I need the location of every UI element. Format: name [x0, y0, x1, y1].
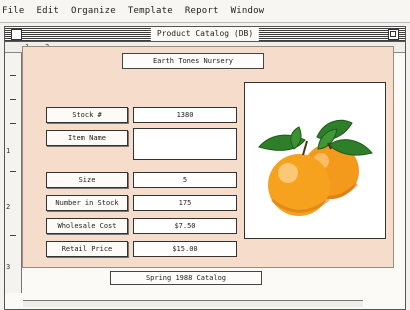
- close-box-icon[interactable]: [11, 29, 22, 40]
- catalog-footer-label: Spring 1988 Catalog: [110, 271, 262, 285]
- menu-report[interactable]: Report: [179, 6, 225, 16]
- stock-number-field[interactable]: 1380: [133, 107, 237, 123]
- field-label-size: Size: [46, 172, 128, 188]
- ruler-tick: [10, 171, 16, 172]
- horizontal-scrollbar[interactable]: [23, 300, 363, 307]
- field-label-wholesale-cost: Wholesale Cost: [46, 218, 128, 234]
- left-ruler-mark-1: 1: [6, 147, 11, 155]
- ruler-tick: [10, 99, 16, 100]
- ruler-tick: [10, 235, 16, 236]
- nursery-banner: Earth Tones Nursery: [122, 53, 264, 69]
- zoom-box-icon[interactable]: [388, 29, 399, 40]
- retail-price-field[interactable]: $15.00: [133, 241, 237, 257]
- window-title: Product Catalog (DB): [150, 27, 260, 41]
- field-label-retail-price: Retail Price: [46, 241, 128, 257]
- menu-bar: File Edit Organize Template Report Windo…: [0, 0, 410, 23]
- size-field[interactable]: 5: [133, 172, 237, 188]
- front-orange: [268, 154, 330, 216]
- item-name-field[interactable]: [133, 128, 237, 160]
- menu-file[interactable]: File: [0, 6, 30, 16]
- oranges-icon: [258, 119, 373, 216]
- number-in-stock-field[interactable]: 175: [133, 195, 237, 211]
- window-titlebar[interactable]: Product Catalog (DB): [5, 27, 405, 42]
- ruler-tick: [10, 75, 16, 76]
- menu-template[interactable]: Template: [122, 6, 179, 16]
- ruler-tick: [10, 123, 16, 124]
- wholesale-cost-field[interactable]: $7.50: [133, 218, 237, 234]
- product-image: [244, 82, 386, 239]
- left-ruler-mark-3: 3: [6, 263, 11, 271]
- field-label-number-in-stock: Number in Stock: [46, 195, 128, 211]
- left-ruler: 1 2 3: [5, 53, 22, 293]
- menu-edit[interactable]: Edit: [30, 6, 64, 16]
- field-label-item-name: Item Name: [46, 130, 128, 146]
- left-ruler-mark-2: 2: [6, 203, 11, 211]
- field-label-stock: Stock #: [46, 107, 128, 123]
- menu-window[interactable]: Window: [225, 6, 271, 16]
- menu-organize[interactable]: Organize: [65, 6, 122, 16]
